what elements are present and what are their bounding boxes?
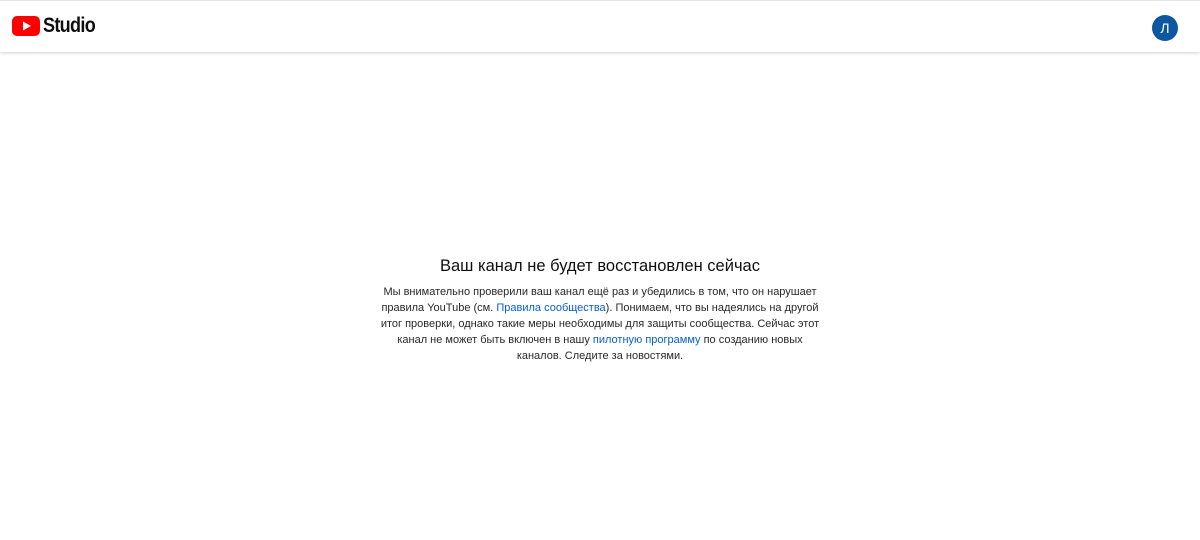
page-title: Ваш канал не будет восстановлен сейчас <box>440 257 760 275</box>
community-guidelines-link[interactable]: Правила сообщества <box>496 302 605 314</box>
youtube-play-icon <box>12 16 40 36</box>
channel-status-message: Ваш канал не будет восстановлен сейчас М… <box>380 255 820 364</box>
pilot-program-link[interactable]: пилотную программу <box>593 334 701 346</box>
account-avatar[interactable]: Л <box>1152 15 1178 41</box>
message-body: Мы внимательно проверили ваш канал ещё р… <box>380 284 820 364</box>
logo-text: Studio <box>43 14 96 37</box>
youtube-studio-logo[interactable]: Studio <box>12 14 104 38</box>
top-app-bar: Studio Л <box>0 0 1200 52</box>
